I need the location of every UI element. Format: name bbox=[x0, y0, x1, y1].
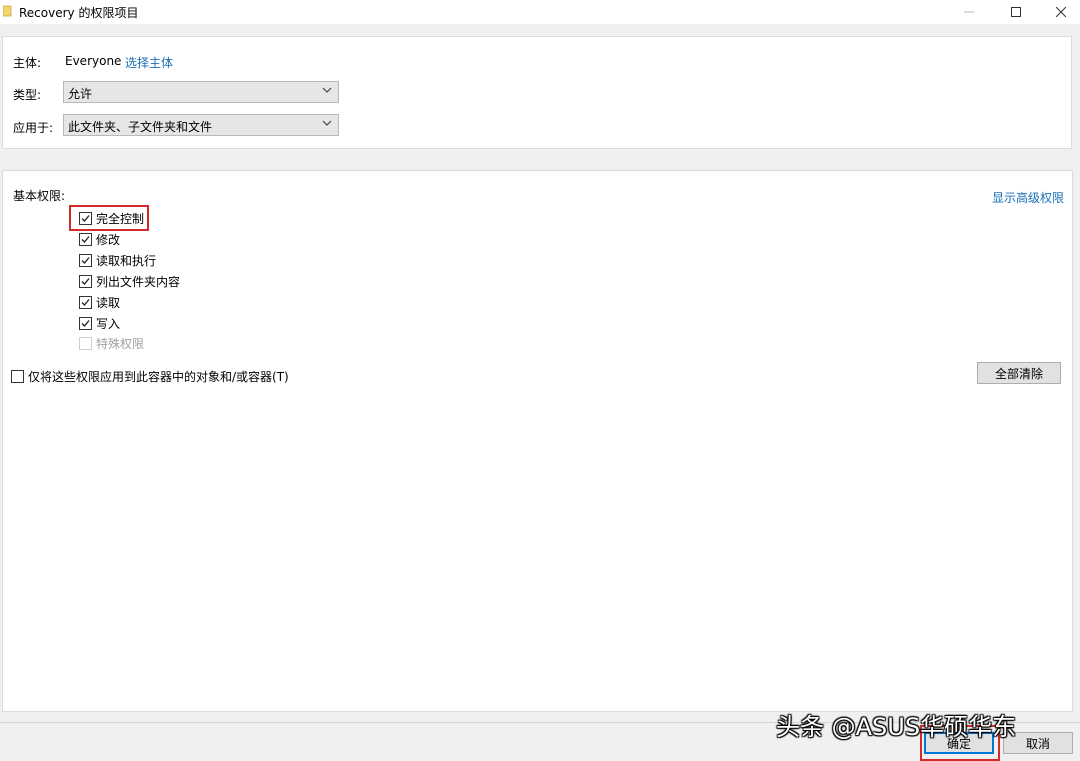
checkmark-icon bbox=[81, 256, 90, 264]
permission-special: 特殊权限 bbox=[79, 334, 144, 352]
select-principal-link[interactable]: 选择主体 bbox=[125, 54, 173, 71]
folder-icon bbox=[3, 5, 12, 17]
write-label: 写入 bbox=[96, 316, 121, 331]
write-checkbox[interactable] bbox=[79, 316, 92, 330]
chevron-down-icon bbox=[322, 120, 332, 126]
checkmark-icon bbox=[81, 298, 90, 306]
read-label: 读取 bbox=[96, 295, 121, 310]
minimize-button[interactable] bbox=[946, 0, 992, 24]
principal-panel: 主体: Everyone 选择主体 类型: 允许 应用于: 此文件夹、子文件夹和… bbox=[2, 36, 1072, 149]
apply-only-label: 仅将这些权限应用到此容器中的对象和/或容器(T) bbox=[28, 369, 289, 384]
permission-read[interactable]: 读取 bbox=[79, 293, 120, 311]
close-button[interactable] bbox=[1038, 0, 1080, 24]
type-select-value: 允许 bbox=[68, 87, 93, 101]
read-execute-label: 读取和执行 bbox=[96, 253, 157, 268]
applies-to-select[interactable]: 此文件夹、子文件夹和文件 bbox=[63, 114, 339, 136]
applies-to-select-value: 此文件夹、子文件夹和文件 bbox=[68, 120, 213, 134]
full-control-highlight bbox=[69, 205, 149, 231]
permission-list-folder[interactable]: 列出文件夹内容 bbox=[79, 272, 180, 290]
list-folder-checkbox[interactable] bbox=[79, 274, 92, 288]
chevron-down-icon bbox=[322, 87, 332, 93]
special-permissions-label: 特殊权限 bbox=[96, 336, 145, 351]
principal-label: 主体: bbox=[13, 56, 42, 70]
window-title: Recovery 的权限项目 bbox=[19, 6, 139, 20]
checkmark-icon bbox=[81, 235, 90, 243]
principal-value: Everyone bbox=[65, 54, 122, 68]
show-advanced-permissions-link[interactable]: 显示高级权限 bbox=[992, 189, 1064, 206]
apply-only-checkbox[interactable] bbox=[11, 369, 24, 383]
basic-permissions-heading: 基本权限: bbox=[13, 189, 66, 203]
permission-read-execute[interactable]: 读取和执行 bbox=[79, 251, 156, 269]
type-select[interactable]: 允许 bbox=[63, 81, 339, 103]
close-icon bbox=[1056, 7, 1066, 17]
modify-label: 修改 bbox=[96, 232, 121, 247]
list-folder-label: 列出文件夹内容 bbox=[96, 274, 181, 289]
maximize-button[interactable] bbox=[993, 0, 1039, 24]
permission-modify[interactable]: 修改 bbox=[79, 230, 120, 248]
watermark: 头条 @ASUS华硕华东 bbox=[776, 713, 1017, 741]
maximize-icon bbox=[1011, 7, 1021, 17]
applies-to-label: 应用于: bbox=[13, 121, 54, 135]
special-permissions-checkbox bbox=[79, 336, 92, 350]
checkmark-icon bbox=[81, 319, 90, 327]
modify-checkbox[interactable] bbox=[79, 232, 92, 246]
permission-write[interactable]: 写入 bbox=[79, 314, 120, 332]
read-checkbox[interactable] bbox=[79, 295, 92, 309]
permissions-panel: 基本权限: 显示高级权限 完全控制 修改 读取和执行 列出文件夹内容 读取 写入… bbox=[2, 170, 1073, 712]
minimize-icon bbox=[964, 11, 974, 13]
title-bar: Recovery 的权限项目 bbox=[0, 0, 1080, 24]
type-label: 类型: bbox=[13, 88, 42, 102]
clear-all-button[interactable]: 全部清除 bbox=[977, 362, 1061, 384]
read-execute-checkbox[interactable] bbox=[79, 253, 92, 267]
checkmark-icon bbox=[81, 277, 90, 285]
apply-only-container-option[interactable]: 仅将这些权限应用到此容器中的对象和/或容器(T) bbox=[11, 367, 289, 385]
